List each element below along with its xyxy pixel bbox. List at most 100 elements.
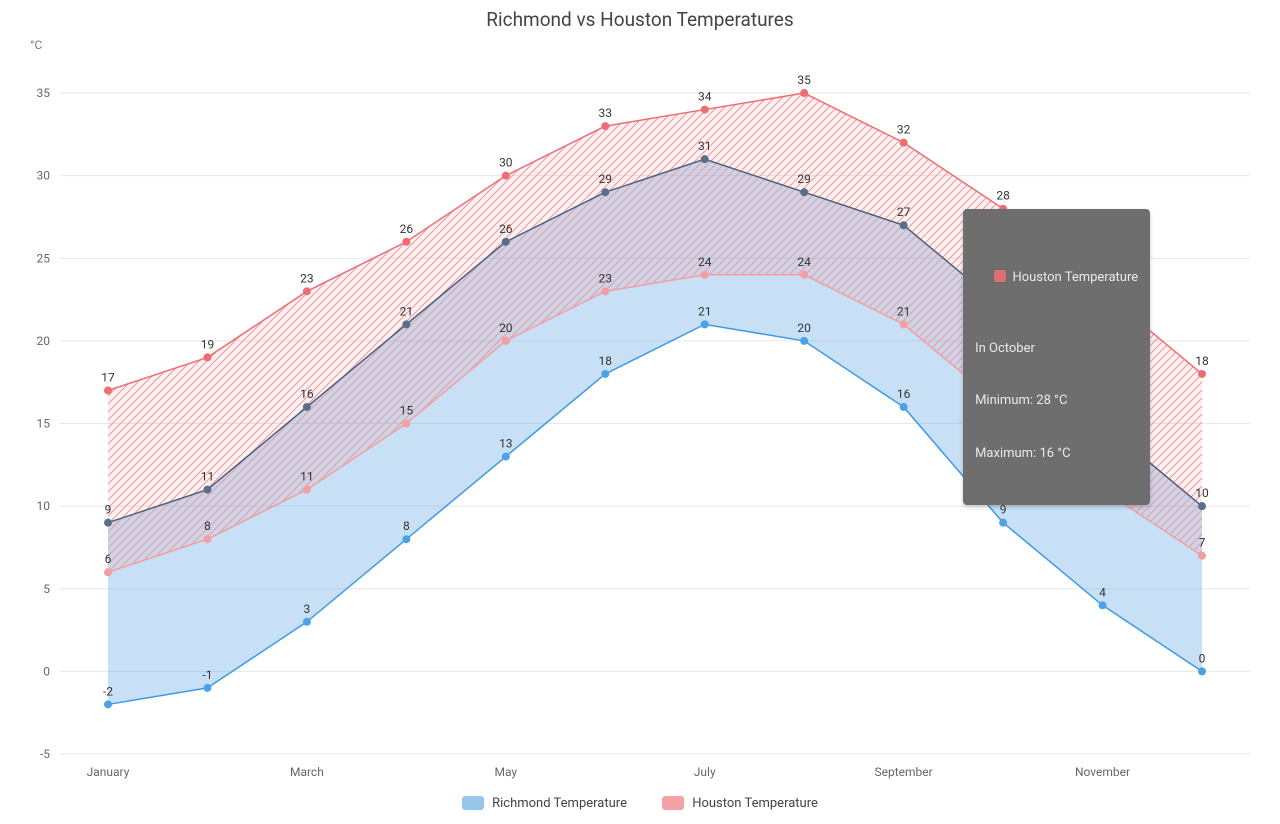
data-point-label: 27 (897, 205, 911, 219)
data-point[interactable] (402, 238, 410, 246)
data-point-label: 13 (499, 437, 513, 451)
data-point[interactable] (402, 320, 410, 328)
data-point[interactable] (203, 353, 211, 361)
data-point[interactable] (701, 271, 709, 279)
data-point-label: 35 (797, 73, 811, 87)
data-point[interactable] (701, 155, 709, 163)
data-point[interactable] (800, 271, 808, 279)
tooltip-series-name: Houston Temperature (1012, 270, 1138, 285)
data-point[interactable] (104, 519, 112, 527)
data-point-label: 9 (105, 503, 112, 517)
data-point[interactable] (601, 122, 609, 130)
data-point-label: 20 (797, 321, 811, 335)
data-point[interactable] (402, 535, 410, 543)
data-point-label: 28 (996, 189, 1010, 203)
data-point[interactable] (1198, 552, 1206, 560)
data-point[interactable] (800, 337, 808, 345)
data-point[interactable] (900, 403, 908, 411)
legend-item-houston[interactable]: Houston Temperature (662, 796, 818, 811)
legend-swatch-icon (662, 796, 684, 810)
legend: Richmond Temperature Houston Temperature (0, 796, 1280, 815)
tooltip: Houston Temperature In October Minimum: … (963, 209, 1150, 506)
data-point-label: 18 (599, 354, 613, 368)
svg-text:35: 35 (37, 86, 51, 100)
data-point[interactable] (104, 386, 112, 394)
data-point-label: 21 (897, 304, 911, 318)
data-point[interactable] (900, 221, 908, 229)
data-point[interactable] (203, 486, 211, 494)
data-point[interactable] (800, 188, 808, 196)
data-point-label: 10 (1195, 486, 1209, 500)
data-point[interactable] (303, 486, 311, 494)
data-point[interactable] (502, 453, 510, 461)
data-point-label: 18 (1195, 354, 1209, 368)
data-point[interactable] (1198, 667, 1206, 675)
svg-text:0: 0 (43, 664, 50, 678)
data-point-label: 16 (300, 387, 314, 401)
data-point-label: 8 (403, 519, 410, 533)
data-point-label: 32 (897, 123, 911, 137)
data-point[interactable] (502, 337, 510, 345)
svg-text:September: September (875, 765, 933, 779)
data-point-label: 8 (204, 519, 211, 533)
data-point[interactable] (502, 172, 510, 180)
tooltip-header: Houston Temperature (975, 252, 1138, 305)
data-point-label: 17 (101, 370, 115, 384)
data-point[interactable] (1099, 601, 1107, 609)
svg-text:May: May (495, 765, 518, 779)
svg-text:5: 5 (43, 582, 50, 596)
tooltip-swatch-icon (994, 270, 1006, 282)
data-point-label: 20 (499, 321, 513, 335)
chart-container: Richmond vs Houston Temperatures °C -505… (0, 0, 1280, 824)
data-point[interactable] (701, 320, 709, 328)
svg-text:March: March (290, 765, 324, 779)
data-point[interactable] (104, 568, 112, 576)
data-point[interactable] (601, 287, 609, 295)
tooltip-line-min: Minimum: 28 °C (975, 392, 1138, 410)
data-point[interactable] (104, 700, 112, 708)
data-point-label: 21 (698, 304, 712, 318)
y-axis-unit: °C (30, 38, 42, 52)
data-point-label: 30 (499, 156, 513, 170)
data-point[interactable] (502, 238, 510, 246)
tooltip-line-month: In October (975, 340, 1138, 358)
data-point-label: 6 (105, 552, 112, 566)
data-point-label: 11 (300, 470, 314, 484)
legend-label: Richmond Temperature (492, 796, 627, 811)
data-point[interactable] (800, 89, 808, 97)
data-point-label: -1 (202, 668, 212, 682)
svg-text:30: 30 (37, 169, 51, 183)
data-point[interactable] (402, 420, 410, 428)
data-point-label: 33 (599, 106, 613, 120)
data-point[interactable] (900, 320, 908, 328)
data-point[interactable] (701, 106, 709, 114)
tooltip-line-max: Maximum: 16 °C (975, 445, 1138, 463)
legend-swatch-icon (462, 796, 484, 810)
data-point[interactable] (203, 535, 211, 543)
data-point-label: 26 (400, 222, 414, 236)
data-point-label: 31 (698, 139, 712, 153)
svg-text:July: July (694, 765, 716, 779)
data-point[interactable] (999, 519, 1007, 527)
data-point[interactable] (203, 684, 211, 692)
data-point-label: 23 (599, 271, 613, 285)
svg-text:25: 25 (37, 251, 51, 265)
data-point[interactable] (303, 287, 311, 295)
data-point-label: 26 (499, 222, 513, 236)
legend-item-richmond[interactable]: Richmond Temperature (462, 796, 627, 811)
data-point[interactable] (303, 403, 311, 411)
data-point[interactable] (1198, 370, 1206, 378)
svg-text:15: 15 (37, 417, 51, 431)
data-point[interactable] (1198, 502, 1206, 510)
data-point[interactable] (303, 618, 311, 626)
svg-text:November: November (1075, 765, 1130, 779)
data-point-label: 23 (300, 271, 314, 285)
data-point[interactable] (601, 370, 609, 378)
data-point-label: 16 (897, 387, 911, 401)
data-point[interactable] (900, 139, 908, 147)
data-point-label: 7 (1199, 536, 1206, 550)
data-point[interactable] (601, 188, 609, 196)
data-point-label: 21 (400, 304, 414, 318)
data-point-label: 4 (1099, 585, 1106, 599)
data-point-label: 19 (201, 337, 215, 351)
